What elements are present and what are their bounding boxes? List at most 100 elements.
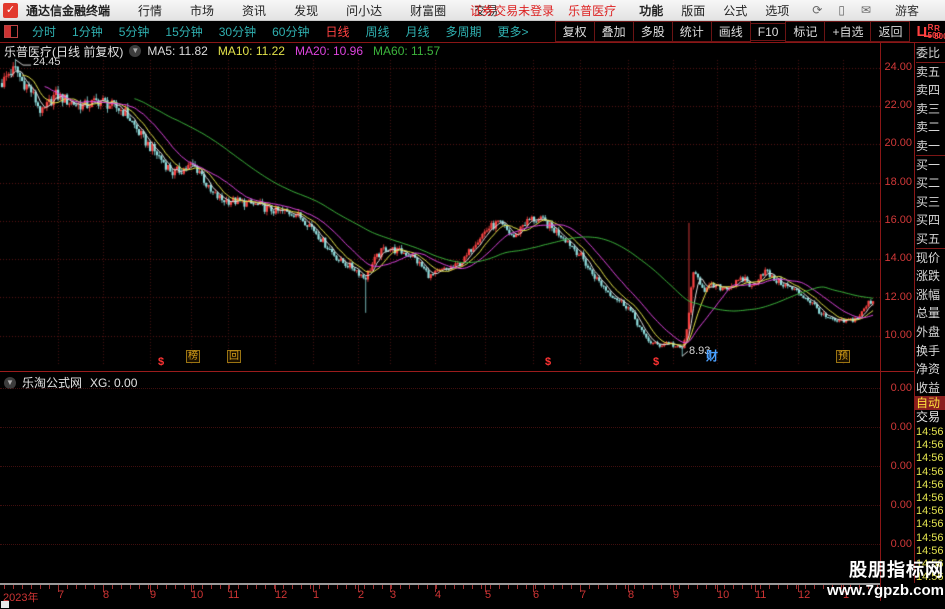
quote-row[interactable]: 卖四	[916, 81, 945, 100]
quote-row[interactable]: 卖三	[916, 100, 945, 119]
toolbar-button[interactable]: 叠加	[593, 21, 634, 42]
period-tab[interactable]: 60分钟	[264, 23, 317, 40]
watermark: 股朋指标网 www.7gpzb.com	[827, 559, 944, 600]
menu-item[interactable]: 版面	[672, 2, 714, 19]
price-axis-label: 12.00	[884, 291, 912, 303]
sidebar-tab[interactable]: 自动	[915, 396, 945, 410]
quote-row[interactable]: 买二	[916, 174, 945, 193]
period-tab[interactable]: 5分钟	[111, 23, 158, 40]
quote-row[interactable]: 现价	[916, 249, 945, 268]
month-label: 4	[435, 589, 442, 601]
chart-right-border	[880, 43, 881, 601]
quote-row[interactable]: 收益	[916, 379, 945, 398]
quote-row[interactable]: 涨幅	[916, 286, 945, 305]
period-tabs: 分时 1分钟 5分钟 15分钟 30分钟 60分钟 日线 周线 月线 多周期 更多>	[24, 23, 537, 40]
period-tab[interactable]: 更多>	[490, 23, 537, 40]
user-guest-label[interactable]: 游客	[885, 2, 919, 19]
quote-row[interactable]: 买一	[916, 156, 945, 175]
tools-menu: 功能 版面 公式 选项	[630, 2, 798, 19]
event-marker-report[interactable]: 财	[706, 350, 718, 362]
menu-item[interactable]: 选项	[756, 2, 798, 19]
menu-item[interactable]: 功能	[630, 2, 672, 19]
trade-time: 14:56	[916, 505, 944, 518]
ma-labels: MA5: 11.82 MA10: 11.22 MA20: 10.96 MA60: 11…	[147, 44, 450, 58]
menu-item[interactable]: 问小达	[332, 2, 396, 19]
quote-row[interactable]: 净资	[916, 360, 945, 379]
menubar: ✓ 通达信金融终端 行情 市场 资讯 发现 问小达 财富圈 交易 证券交易未登录 乐普医疗 功…	[0, 0, 945, 21]
month-label: 7	[580, 589, 587, 601]
quote-row[interactable]: 涨跌	[916, 267, 945, 286]
month-label: 8	[103, 589, 110, 601]
sidebar-left-border	[914, 43, 915, 583]
sidebar-layout-switch[interactable]: L R 500	[923, 24, 945, 41]
quote-row[interactable]: 买三	[916, 193, 945, 212]
period-tab[interactable]: 分时	[24, 23, 64, 40]
menu-item[interactable]: 市场	[176, 2, 228, 19]
quote-row[interactable]: 买四	[916, 211, 945, 230]
quote-sidebar: 委比 卖五 卖四 卖三 卖二 卖一 买一 买二 买三 买四 买五 现价 涨跌 涨幅 总量 外盘 换手 净资 收益	[916, 44, 945, 398]
current-stock-name[interactable]: 乐普医疗	[568, 2, 616, 19]
quote-row[interactable]: 委比	[916, 44, 945, 63]
chart-title: 乐普医疗(日线 前复权)	[4, 44, 124, 59]
main-menu: 通达信金融终端 行情 市场 资讯 发现 问小达 财富圈 交易	[24, 2, 512, 19]
menubar-right: 证券交易未登录 乐普医疗 功能 版面 公式 选项 ⟳ ▯ ✉ 游客	[470, 0, 919, 20]
month-label: 6	[533, 589, 540, 601]
chevron-down-icon[interactable]: ▼	[4, 376, 16, 389]
menu-item[interactable]: 行情	[124, 2, 176, 19]
trade-time: 14:56	[916, 465, 944, 478]
period-tab[interactable]: 周线	[357, 23, 397, 40]
quote-row[interactable]: 买五	[916, 230, 945, 249]
menu-item[interactable]: 通达信金融终端	[24, 2, 124, 19]
tdx-logo-icon: ✓	[3, 2, 18, 18]
mail-icon[interactable]: ✉	[853, 3, 879, 17]
toolbar-button[interactable]: 复权	[554, 21, 595, 42]
toolbar-button[interactable]: 多股	[632, 21, 673, 42]
trade-time: 14:56	[916, 452, 944, 465]
toolbar-button[interactable]: F10	[749, 22, 787, 41]
mobile-icon[interactable]: ▯	[830, 3, 853, 17]
event-marker-dividend[interactable]: $	[545, 357, 551, 368]
menu-item[interactable]: 资讯	[228, 2, 280, 19]
panel-divider[interactable]	[0, 371, 914, 372]
menu-item[interactable]: 发现	[280, 2, 332, 19]
menu-item[interactable]: 财富圈	[396, 2, 460, 19]
quote-row[interactable]: 卖一	[916, 137, 945, 156]
period-tab[interactable]: 30分钟	[211, 23, 264, 40]
quote-row[interactable]: 外盘	[916, 323, 945, 342]
refresh-icon[interactable]: ⟳	[804, 3, 830, 17]
quote-row[interactable]: 卖二	[916, 118, 945, 137]
period-tab[interactable]: 15分钟	[157, 23, 210, 40]
event-marker-forecast[interactable]: 预	[836, 350, 850, 363]
MA5: MA5: 11.82	[147, 44, 208, 58]
price-axis-label: 22.00	[884, 99, 912, 111]
trade-time: 14:56	[916, 426, 944, 438]
quote-row[interactable]: 总量	[916, 304, 945, 323]
quote-row[interactable]: 卖五	[916, 63, 945, 82]
toolbar-button[interactable]: 画线	[710, 21, 751, 42]
month-label: 5	[485, 589, 492, 601]
menu-item[interactable]: 公式	[714, 2, 756, 19]
event-marker-dividend[interactable]: $	[158, 357, 164, 368]
layout-switch-icon[interactable]	[4, 25, 18, 38]
indicator-axis-label: 0.00	[890, 499, 912, 511]
toolbar-button[interactable]: 统计	[671, 21, 712, 42]
event-marker-dividend[interactable]: $	[653, 357, 659, 368]
toolbar-button[interactable]: 标记	[785, 21, 826, 42]
period-tab[interactable]: 多周期	[438, 23, 490, 40]
sidebar-tab[interactable]: 交易	[915, 410, 945, 424]
quote-row[interactable]: 换手	[916, 342, 945, 361]
event-marker-buyback[interactable]: 回	[227, 350, 241, 363]
menubar-icons: ⟳ ▯ ✉	[804, 3, 879, 17]
period-tab[interactable]: 1分钟	[64, 23, 111, 40]
kline-chart-canvas[interactable]	[0, 58, 880, 368]
login-status[interactable]: 证券交易未登录	[470, 2, 554, 19]
toolbar-button[interactable]: 返回	[870, 21, 911, 42]
period-tab[interactable]: 月线	[398, 23, 438, 40]
trade-time: 14:56	[916, 518, 944, 531]
event-marker-lhb[interactable]: 榜	[186, 350, 200, 363]
period-tab[interactable]: 日线	[317, 23, 357, 40]
MA10: MA10: 11.22	[217, 44, 285, 58]
toolbar-button[interactable]: +自选	[824, 21, 872, 42]
watermark-url: www.7gpzb.com	[827, 581, 944, 599]
chevron-down-icon[interactable]: ▼	[129, 45, 142, 57]
